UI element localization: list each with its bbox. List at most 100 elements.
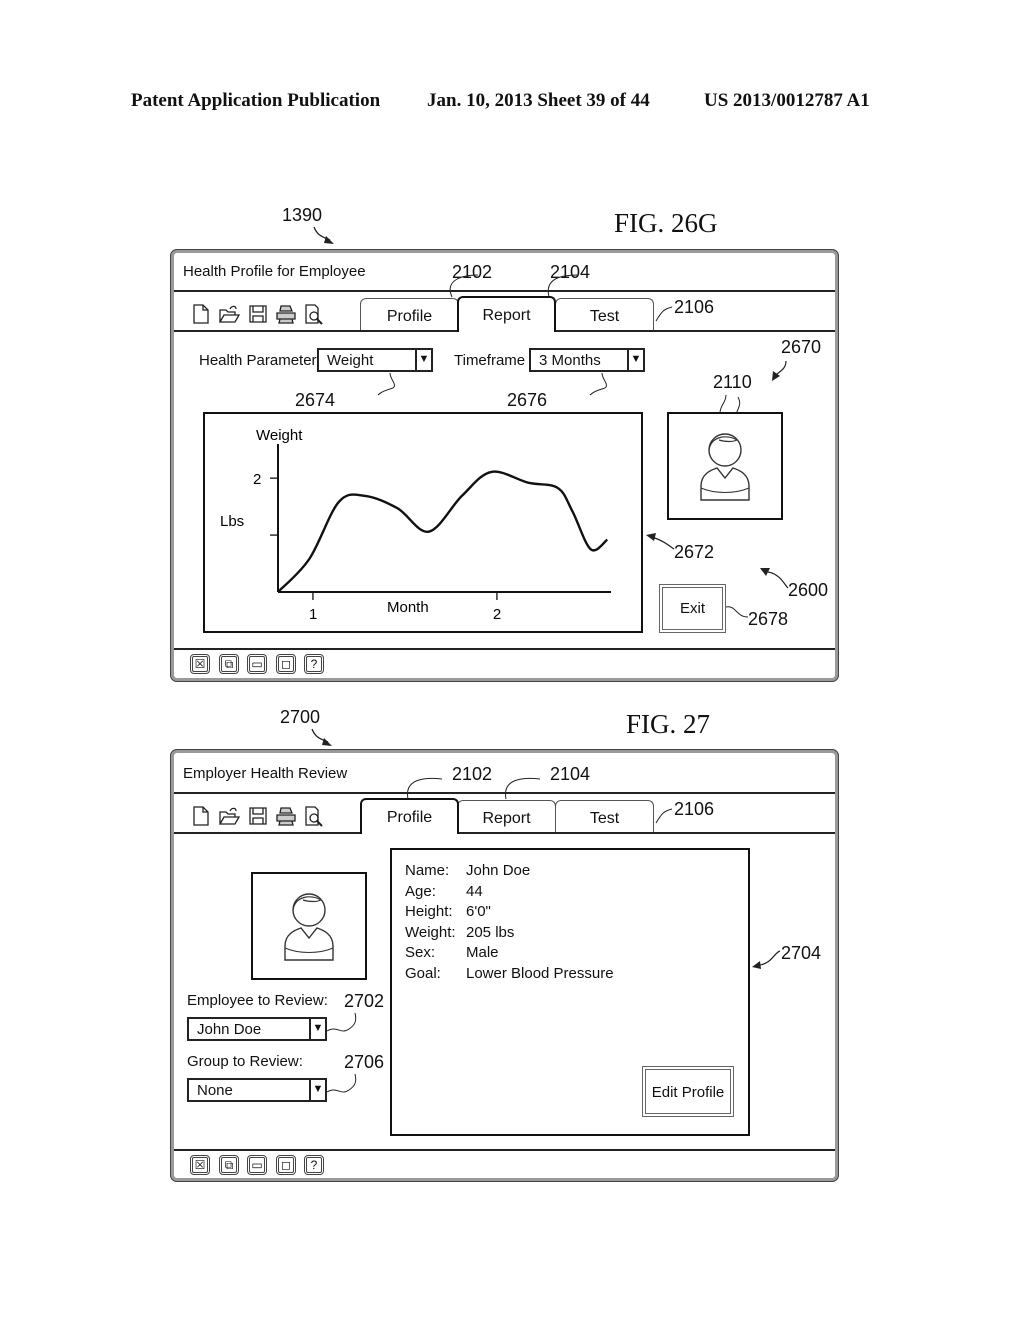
ref-arrow-2700 bbox=[311, 728, 332, 746]
person-avatar-icon bbox=[700, 433, 750, 501]
maximize-icon[interactable]: ◻ bbox=[276, 654, 296, 674]
figure-label: FIG. 26G bbox=[614, 208, 718, 238]
group-value: None bbox=[197, 1082, 233, 1099]
minimize-icon[interactable]: ▭ bbox=[247, 1155, 267, 1175]
profile-field-value: John Doe bbox=[466, 862, 531, 879]
group-to-review-label: Group to Review: bbox=[187, 1053, 303, 1070]
profile-field-value: 205 lbs bbox=[466, 923, 515, 941]
health-parameter-select[interactable]: Weight ▼ bbox=[317, 348, 433, 372]
maximize-icon[interactable]: ◻ bbox=[276, 1155, 296, 1175]
ref-arrow-2600 bbox=[760, 568, 789, 589]
y-tick-label: 2 bbox=[253, 471, 261, 488]
x-tick-label: 1 bbox=[309, 606, 317, 623]
select-leader-lines bbox=[326, 1012, 357, 1093]
ref-chart-2672: 2672 bbox=[674, 542, 715, 562]
health-profile-window: Health Profile for Employee Profile Repo… bbox=[170, 249, 839, 682]
window-title: Health Profile for Employee bbox=[183, 263, 366, 280]
publication-label: Patent Application Publication bbox=[131, 90, 381, 111]
weight-series-line bbox=[277, 470, 609, 593]
ref-arrow-2704 bbox=[752, 950, 781, 969]
ref-leader-2678 bbox=[725, 606, 749, 618]
employee-select[interactable]: John Doe ▼ bbox=[187, 1017, 327, 1041]
toolbar bbox=[190, 805, 330, 829]
timeframe-select[interactable]: 3 Months ▼ bbox=[529, 348, 645, 372]
ref-window-2700: 2700 bbox=[280, 707, 321, 727]
profile-field-value: 44 bbox=[466, 882, 483, 900]
chevron-down-icon[interactable]: ▼ bbox=[309, 1080, 325, 1100]
edit-profile-button[interactable]: Edit Profile bbox=[642, 1066, 734, 1117]
ref-arrow-2670 bbox=[772, 360, 787, 381]
person-avatar-icon bbox=[284, 893, 334, 961]
employer-health-review-window: Employer Health Review Profile Report Te… bbox=[170, 749, 839, 1182]
profile-row: Weight: 205 lbs bbox=[405, 923, 614, 944]
profile-row: Age: 44 bbox=[405, 882, 614, 903]
profile-field-label: Name: bbox=[405, 862, 450, 879]
close-icon[interactable]: ☒ bbox=[190, 1155, 210, 1175]
ref-exit-2678: 2678 bbox=[748, 609, 789, 629]
ref-panel-2670: 2670 bbox=[781, 337, 822, 357]
print-preview-icon[interactable] bbox=[303, 303, 325, 325]
profile-field-label: Goal: bbox=[405, 964, 441, 982]
weight-chart: Weight Lbs Month 1 2 2 bbox=[203, 412, 643, 633]
employee-photo-frame bbox=[667, 412, 783, 520]
window-title: Employer Health Review bbox=[183, 765, 348, 782]
exit-button[interactable]: Exit bbox=[659, 584, 726, 633]
employee-to-review-label: Employee to Review: bbox=[187, 992, 328, 1009]
profile-field-label: Weight: bbox=[405, 923, 456, 941]
control-leader-lines bbox=[377, 372, 741, 416]
profile-field-value: Male bbox=[466, 944, 499, 961]
help-icon[interactable]: ? bbox=[304, 1155, 324, 1175]
open-folder-icon[interactable] bbox=[218, 805, 241, 827]
profile-field-label: Age: bbox=[405, 882, 436, 900]
group-select[interactable]: None ▼ bbox=[187, 1078, 327, 1102]
employee-value: John Doe bbox=[197, 1021, 262, 1038]
new-file-icon[interactable] bbox=[190, 303, 212, 325]
profile-details: Name: John Doe Age: 44 Height: 6'0" Weight: 205… bbox=[405, 861, 614, 984]
ref-health-parameter: 2674 bbox=[295, 390, 336, 410]
profile-row: Sex: Male bbox=[405, 943, 614, 964]
chevron-down-icon[interactable]: ▼ bbox=[309, 1019, 325, 1039]
chart-plot: Weight Lbs Month 1 2 2 bbox=[220, 427, 611, 623]
employee-photo-frame bbox=[251, 872, 367, 980]
chevron-down-icon[interactable]: ▼ bbox=[415, 350, 431, 370]
ref-window-1390: 1390 bbox=[282, 205, 323, 225]
save-icon[interactable] bbox=[247, 805, 269, 827]
ref-arrow-1390 bbox=[313, 226, 334, 244]
new-file-icon[interactable] bbox=[190, 805, 212, 827]
help-icon[interactable]: ? bbox=[304, 654, 324, 674]
y-axis-label: Lbs bbox=[220, 513, 244, 530]
profile-field-value: 6'0" bbox=[466, 903, 491, 920]
profile-row: Name: John Doe bbox=[405, 861, 614, 882]
profile-field-label: Height: bbox=[405, 903, 453, 920]
health-parameter-value: Weight bbox=[327, 352, 374, 369]
x-tick-label: 2 bbox=[493, 606, 501, 623]
print-icon[interactable] bbox=[275, 805, 297, 827]
chevron-down-icon[interactable]: ▼ bbox=[627, 350, 643, 370]
restore-icon[interactable]: ⧉ bbox=[219, 1155, 239, 1175]
x-axis-label: Month bbox=[387, 599, 429, 616]
toolbar bbox=[190, 303, 330, 327]
print-preview-icon[interactable] bbox=[303, 805, 325, 827]
ref-screen-2600: 2600 bbox=[788, 580, 829, 600]
profile-row: Height: 6'0" bbox=[405, 902, 614, 923]
chart-title: Weight bbox=[256, 427, 303, 444]
profile-field-value: Lower Blood Pressure bbox=[466, 964, 614, 982]
status-bar: ☒ ⧉ ▭ ◻ ? bbox=[190, 1155, 340, 1177]
minimize-icon[interactable]: ▭ bbox=[247, 654, 267, 674]
ref-leader-2110 bbox=[719, 394, 727, 414]
profile-info-panel: Name: John Doe Age: 44 Height: 6'0" Weight: 205… bbox=[390, 848, 750, 1136]
profile-field-label: Sex: bbox=[405, 944, 436, 961]
close-icon[interactable]: ☒ bbox=[190, 654, 210, 674]
figure-label-27: FIG. 27 bbox=[626, 709, 711, 739]
tab-profile[interactable]: Profile bbox=[360, 798, 459, 834]
profile-row: Goal: Lower Blood Pressure bbox=[405, 964, 614, 985]
ref-profile-2704: 2704 bbox=[781, 943, 822, 963]
publication-number: US 2013/0012787 A1 bbox=[704, 90, 870, 111]
restore-icon[interactable]: ⧉ bbox=[219, 654, 239, 674]
ref-arrow-2672 bbox=[646, 533, 675, 550]
open-folder-icon[interactable] bbox=[218, 303, 241, 325]
tab-report[interactable]: Report bbox=[457, 296, 556, 332]
print-icon[interactable] bbox=[275, 303, 297, 325]
save-icon[interactable] bbox=[247, 303, 269, 325]
status-bar: ☒ ⧉ ▭ ◻ ? bbox=[190, 654, 340, 676]
